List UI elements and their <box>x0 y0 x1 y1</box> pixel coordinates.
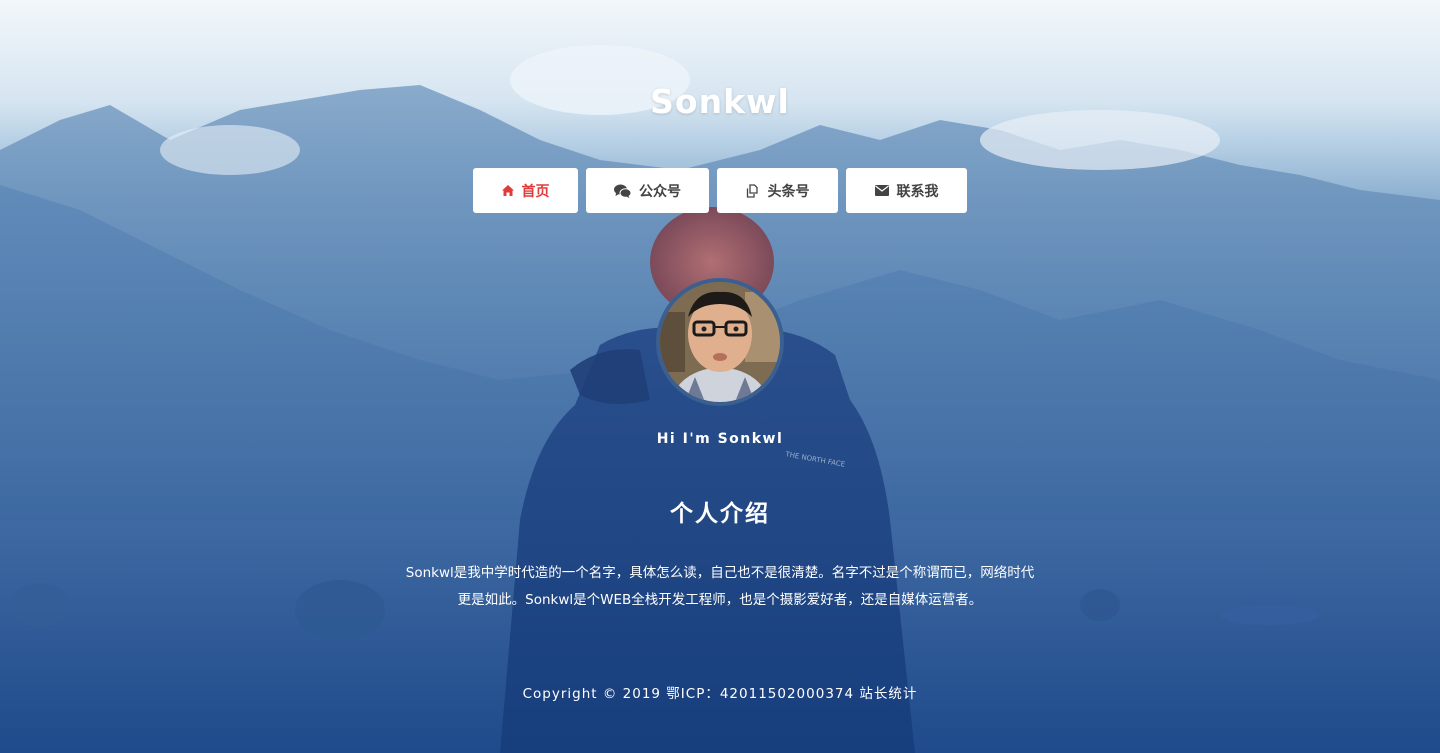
main-nav: 首页 公众号 头条号 联系我 <box>0 168 1440 213</box>
nav-wechat-label: 公众号 <box>639 183 681 200</box>
nav-toutiao-label: 头条号 <box>767 183 810 200</box>
nav-home-button[interactable]: 首页 <box>473 168 578 213</box>
envelope-icon <box>874 185 889 196</box>
nav-toutiao-button[interactable]: 头条号 <box>717 168 838 213</box>
nav-contact-button[interactable]: 联系我 <box>846 168 967 213</box>
wechat-icon <box>614 184 631 198</box>
about-title: 个人介绍 <box>670 501 770 527</box>
greeting: Hi I'm Sonkwl <box>656 431 784 447</box>
home-icon <box>501 185 514 196</box>
avatar-photo <box>660 282 780 402</box>
nav-contact-label: 联系我 <box>896 183 939 200</box>
nav-wechat-button[interactable]: 公众号 <box>586 168 709 213</box>
site-title: Sonkwl <box>650 82 790 121</box>
avatar <box>656 278 784 406</box>
copy-icon <box>746 183 760 198</box>
nav-home-label: 首页 <box>521 183 550 200</box>
stats-link[interactable]: 站长统计 <box>859 686 917 702</box>
icp-link[interactable]: 鄂ICP：42011502000374 <box>666 686 854 702</box>
about-text: Sonkwl是我中学时代造的一个名字，具体怎么读，自己也不是很清楚。名字不过是个… <box>405 565 1035 608</box>
footer: Copyright © 2019 鄂ICP：42011502000374 站长统… <box>0 682 1440 702</box>
copyright-text: Copyright © 2019 <box>522 686 661 702</box>
